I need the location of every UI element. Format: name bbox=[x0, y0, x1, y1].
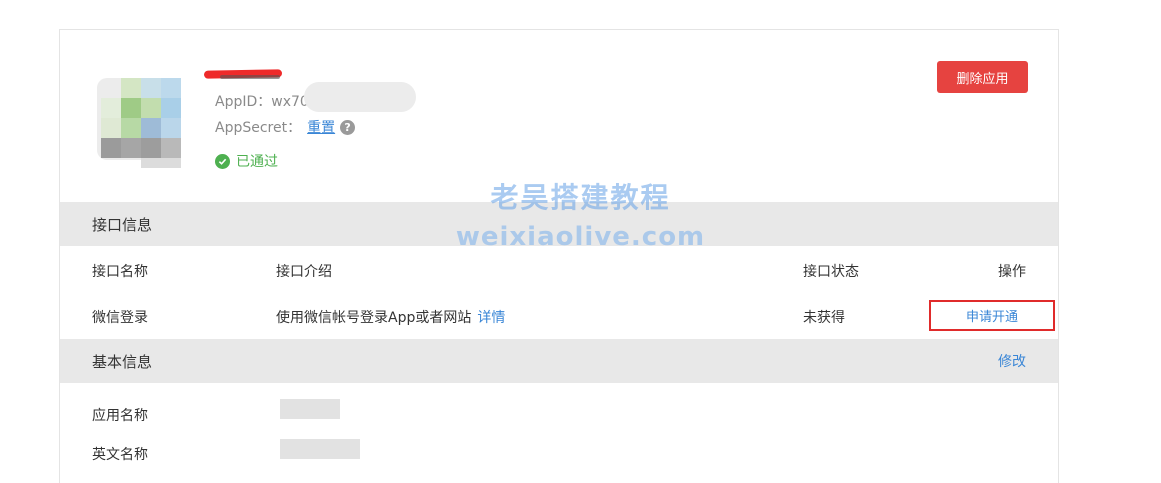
delete-app-button[interactable]: 删除应用 bbox=[937, 61, 1028, 93]
basic-section-header: 基本信息 修改 bbox=[60, 339, 1058, 383]
col-api-intro: 接口介绍 bbox=[276, 264, 332, 280]
api-row-status: 未获得 bbox=[803, 310, 845, 326]
field-english-name-label: 英文名称 bbox=[92, 447, 148, 463]
help-icon[interactable]: ? bbox=[340, 119, 356, 135]
app-name-redacted-shadow bbox=[220, 75, 280, 79]
check-circle-icon bbox=[215, 153, 230, 169]
col-api-action: 操作 bbox=[998, 264, 1026, 280]
appsecret-row: AppSecret： 重置 ? bbox=[215, 117, 356, 137]
api-section-header: 接口信息 bbox=[60, 202, 1058, 246]
app-icon bbox=[97, 78, 181, 168]
edit-link[interactable]: 修改 bbox=[998, 351, 1026, 371]
app-detail-card: AppID：wx70 AppSecret： 重置 ? 已通过 删除应用 接口信息… bbox=[59, 29, 1059, 483]
col-api-status: 接口状态 bbox=[803, 264, 859, 280]
basic-section-title: 基本信息 bbox=[92, 352, 153, 371]
status-text: 已通过 bbox=[236, 154, 278, 170]
api-row-name: 微信登录 bbox=[92, 310, 148, 326]
reset-secret-link[interactable]: 重置 bbox=[307, 117, 335, 137]
field-english-name-redacted bbox=[280, 439, 360, 459]
appid-value-redacted bbox=[304, 82, 416, 112]
appid-label: AppID：wx70 bbox=[215, 94, 309, 110]
api-description-text: 使用微信帐号登录App或者网站 bbox=[276, 310, 472, 326]
api-row-description: 使用微信帐号登录App或者网站 详情 bbox=[276, 307, 505, 327]
appsecret-label: AppSecret： bbox=[215, 120, 302, 136]
field-app-name-redacted bbox=[280, 399, 340, 419]
appid-row: AppID：wx70 bbox=[215, 91, 309, 111]
apply-open-button[interactable]: 申请开通 bbox=[929, 300, 1055, 331]
api-section-title: 接口信息 bbox=[92, 215, 153, 234]
field-app-name-label: 应用名称 bbox=[92, 408, 148, 424]
detail-link[interactable]: 详情 bbox=[477, 310, 505, 326]
col-api-name: 接口名称 bbox=[92, 264, 148, 280]
app-status: 已通过 bbox=[215, 151, 278, 171]
